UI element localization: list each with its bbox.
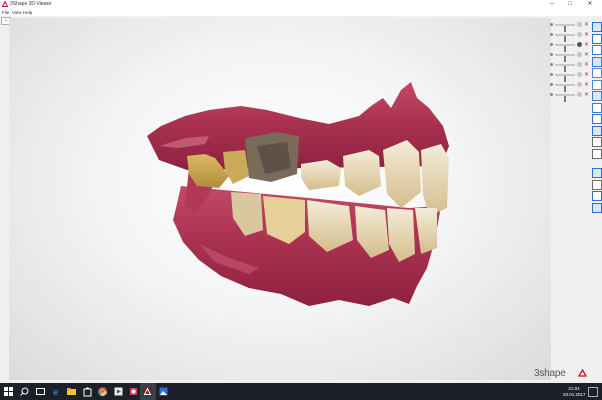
photos-icon[interactable] — [158, 386, 169, 397]
close-button[interactable]: ✕ — [583, 0, 597, 9]
remove-layer-icon[interactable]: ✕ — [584, 40, 589, 50]
check-icon[interactable] — [592, 202, 602, 213]
zoom-out-icon[interactable] — [592, 125, 602, 136]
window-title: 3Shape 3D Viewer — [10, 1, 52, 7]
remove-layer-icon[interactable]: ✕ — [584, 80, 589, 90]
snapshot-icon[interactable] — [592, 179, 602, 190]
view-bottom-icon[interactable] — [592, 102, 602, 113]
start-icon[interactable] — [3, 386, 14, 397]
view-right-icon[interactable] — [592, 79, 602, 90]
opacity-slider[interactable] — [555, 64, 575, 72]
layer-color-icon[interactable] — [577, 72, 582, 77]
menu-help[interactable]: Help — [23, 9, 32, 16]
layer-row: ✕ — [548, 20, 590, 32]
opacity-slider[interactable] — [555, 44, 575, 52]
maximize-button[interactable]: □ — [563, 0, 577, 9]
remove-layer-icon[interactable]: ✕ — [584, 30, 589, 40]
search-icon[interactable] — [19, 386, 30, 397]
file-explorer-icon[interactable] — [66, 386, 77, 397]
windows-taskbar: e 21:04 03.01.2017 — [0, 383, 602, 400]
brand-name: 3shape — [534, 368, 566, 379]
view-left-icon[interactable] — [592, 68, 602, 78]
visibility-toggle-icon[interactable] — [550, 93, 553, 96]
3d-viewport[interactable]: 3shape — [9, 18, 587, 380]
viewer-app-icon — [143, 387, 152, 396]
edge-icon[interactable]: e — [51, 386, 62, 397]
visibility-toggle-icon[interactable] — [550, 73, 553, 76]
title-bar: 3Shape 3D Viewer – □ ✕ — [0, 0, 602, 9]
visibility-toggle-icon[interactable] — [550, 83, 553, 86]
brand-watermark: 3shape — [534, 368, 594, 380]
layer-panel: ✕ ✕ ✕ ✕ ✕ ✕ ✕ ✕ — [548, 20, 590, 102]
opacity-slider[interactable] — [555, 24, 575, 32]
ruler-icon[interactable] — [592, 191, 602, 201]
clock-time[interactable]: 21:04 — [566, 386, 582, 391]
visibility-toggle-icon[interactable] — [550, 33, 553, 36]
layer-color-icon[interactable] — [577, 62, 582, 67]
work-area: ‹ 3shape ✕ ✕ ✕ ✕ ✕ ✕ ✕ ✕ — [0, 16, 602, 383]
remove-layer-icon[interactable]: ✕ — [584, 90, 589, 100]
remove-layer-icon[interactable]: ✕ — [584, 50, 589, 60]
notifications-icon[interactable] — [588, 387, 598, 397]
brand-logo-icon — [578, 369, 587, 377]
pan-icon[interactable] — [592, 137, 602, 147]
app-logo-icon — [2, 1, 8, 7]
layer-row: ✕ — [548, 90, 590, 102]
layer-color-icon[interactable] — [577, 82, 582, 87]
visibility-toggle-icon[interactable] — [550, 53, 553, 56]
right-toolbar — [591, 16, 602, 383]
view-front-icon[interactable] — [592, 45, 602, 55]
remove-layer-icon[interactable]: ✕ — [584, 60, 589, 70]
layer-row: ✕ — [548, 40, 590, 52]
menu-file[interactable]: File — [2, 9, 9, 16]
layer-color-icon[interactable] — [577, 92, 582, 97]
app-icon[interactable] — [128, 386, 139, 397]
minimize-button[interactable]: – — [545, 0, 559, 9]
visibility-toggle-icon[interactable] — [550, 43, 553, 46]
layer-row: ✕ — [548, 50, 590, 62]
store-icon[interactable] — [82, 386, 93, 397]
remove-layer-icon[interactable]: ✕ — [584, 70, 589, 80]
layer-row: ✕ — [548, 30, 590, 42]
layer-color-icon[interactable] — [577, 42, 582, 47]
opacity-slider[interactable] — [555, 84, 575, 92]
visibility-toggle-icon[interactable] — [550, 63, 553, 66]
measure-icon[interactable] — [592, 22, 602, 32]
menu-bar: File View Help — [0, 9, 602, 16]
opacity-slider[interactable] — [555, 74, 575, 82]
dental-scan-model[interactable] — [9, 18, 551, 380]
view-back-icon[interactable] — [592, 56, 602, 67]
chrome-icon[interactable] — [97, 386, 108, 397]
media-player-icon[interactable] — [113, 386, 124, 397]
layer-row: ✕ — [548, 80, 590, 92]
menu-view[interactable]: View — [12, 9, 22, 16]
layer-row: ✕ — [548, 70, 590, 82]
layer-color-icon[interactable] — [577, 32, 582, 37]
svg-text:e: e — [53, 388, 59, 397]
section-icon[interactable] — [592, 168, 602, 178]
view-top-icon[interactable] — [592, 91, 602, 101]
cube-icon[interactable] — [592, 33, 602, 44]
zoom-in-icon[interactable] — [592, 114, 602, 124]
opacity-slider[interactable] — [555, 94, 575, 102]
visibility-toggle-icon[interactable] — [550, 23, 553, 26]
task-view-icon[interactable] — [35, 386, 46, 397]
slider-knob[interactable] — [564, 96, 566, 102]
layer-color-icon[interactable] — [577, 22, 582, 27]
viewer-app-active[interactable] — [140, 383, 156, 400]
rotate-icon[interactable] — [592, 148, 602, 159]
opacity-slider[interactable] — [555, 34, 575, 42]
layer-row: ✕ — [548, 60, 590, 72]
layer-color-icon[interactable] — [577, 52, 582, 57]
opacity-slider[interactable] — [555, 54, 575, 62]
clock-date[interactable]: 03.01.2017 — [563, 392, 586, 397]
remove-layer-icon[interactable]: ✕ — [584, 20, 589, 30]
